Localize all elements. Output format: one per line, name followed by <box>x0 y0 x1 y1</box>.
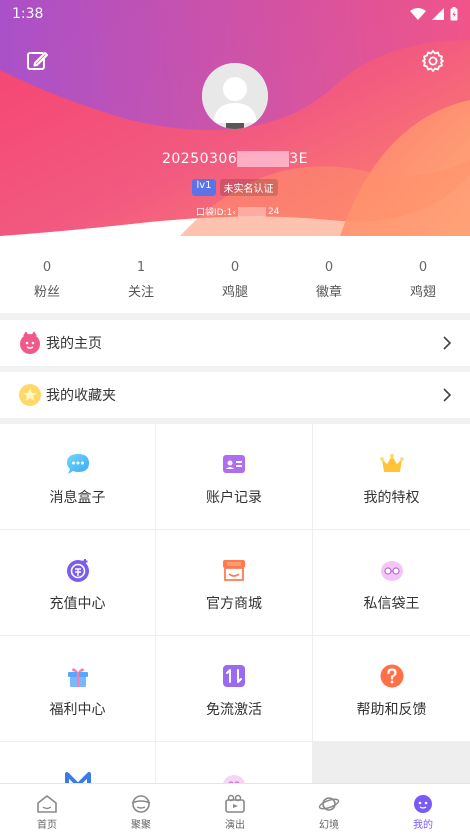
grid-item-privileges[interactable]: 我的特权 <box>313 424 470 529</box>
message-icon <box>66 454 89 474</box>
grid-item-help-feedback[interactable]: 帮助和反馈 <box>313 636 470 741</box>
homepage-label: 我的主页 <box>46 336 102 352</box>
stat-value: 0 <box>324 260 334 275</box>
feature-grid: 消息盒子 账户记录 我的特权 充值中心 官方商城 私信袋王 福利中心 免流激活 … <box>0 424 470 836</box>
stat-value: 0 <box>42 260 52 275</box>
kd-id-suffix: 24 <box>267 206 280 217</box>
tab-label: 我的 <box>413 820 433 831</box>
bottom-tab-bar: 首页 聚聚 演出 幻境 我的 <box>0 783 470 836</box>
grid-item-label: 福利中心 <box>49 702 106 718</box>
stat-fans[interactable]: 0 粉丝 <box>0 236 94 313</box>
username-suffix: 3E <box>289 151 309 167</box>
tab-me[interactable]: 我的 <box>376 784 470 836</box>
kd-id-label: 口袋ID:1‹ <box>196 208 236 218</box>
stat-label: 关注 <box>127 285 154 300</box>
username: 20250306 3E <box>0 151 470 167</box>
me-icon <box>414 795 432 813</box>
grid-item-dm-king[interactable]: 私信袋王 <box>313 530 470 635</box>
user-badges: lv1 未实名认证 <box>0 179 470 196</box>
default-avatar-icon <box>202 63 268 129</box>
my-favorites-row[interactable]: 我的收藏夹 <box>0 372 470 418</box>
username-masked <box>237 151 290 167</box>
tab-label: 首页 <box>37 820 57 831</box>
grid-item-label: 我的特权 <box>363 490 420 506</box>
stat-label: 徽章 <box>315 285 342 300</box>
stat-wings[interactable]: 0 鸡翅 <box>376 236 470 313</box>
tab-label: 演出 <box>225 820 245 831</box>
grid-item-message-box[interactable]: 消息盒子 <box>0 424 155 529</box>
avatar[interactable] <box>202 63 268 129</box>
profile-header: 1:38 20250306 3E lv1 未实名认证 口袋ID:1‹ 24 <box>0 0 470 236</box>
grid-item-account-records[interactable]: 账户记录 <box>156 424 312 529</box>
stat-following[interactable]: 1 关注 <box>94 236 188 313</box>
tab-label: 聚聚 <box>131 820 151 831</box>
stat-label: 粉丝 <box>33 285 60 300</box>
battery-icon <box>450 7 458 21</box>
wifi-icon <box>410 8 426 20</box>
gift-icon <box>67 668 88 687</box>
stats-bar: 0 粉丝 1 关注 0 鸡腿 0 徽章 0 鸡翅 <box>0 236 470 313</box>
show-icon <box>225 794 245 813</box>
grid-item-official-shop[interactable]: 官方商城 <box>156 530 312 635</box>
grid-item-label: 官方商城 <box>206 596 262 612</box>
grid-item-recharge[interactable]: 充值中心 <box>0 530 155 635</box>
homepage-icon <box>18 331 42 355</box>
grid-item-welfare-center[interactable]: 福利中心 <box>0 636 155 741</box>
status-time: 1:38 <box>12 6 44 22</box>
dm-king-icon <box>380 561 403 581</box>
grid-item-label: 帮助和反馈 <box>356 702 427 718</box>
grid-item-label: 充值中心 <box>49 596 106 612</box>
favorites-label: 我的收藏夹 <box>46 388 116 404</box>
tab-shows[interactable]: 演出 <box>188 784 282 836</box>
settings-button[interactable] <box>420 48 446 74</box>
stat-label: 鸡腿 <box>221 285 248 300</box>
gear-icon <box>422 50 444 72</box>
help-icon <box>380 664 403 688</box>
level-badge: lv1 <box>192 179 216 196</box>
stat-value: 0 <box>230 260 240 275</box>
edit-profile-button[interactable] <box>24 48 50 74</box>
verify-status-badge[interactable]: 未实名认证 <box>219 179 278 196</box>
stat-value: 1 <box>136 260 146 275</box>
stat-badges[interactable]: 0 徽章 <box>282 236 376 313</box>
favorites-star-icon <box>18 383 42 407</box>
stat-value: 0 <box>418 260 428 275</box>
signal-icon <box>432 8 444 20</box>
stat-drumsticks[interactable]: 0 鸡腿 <box>188 236 282 313</box>
tab-juju[interactable]: 聚聚 <box>94 784 188 836</box>
edit-icon <box>27 52 48 70</box>
kd-id-masked <box>237 206 266 217</box>
shop-icon <box>223 560 245 581</box>
chevron-right-icon <box>443 388 452 402</box>
stat-label: 鸡翅 <box>409 285 436 300</box>
grid-item-label: 私信袋王 <box>363 596 420 612</box>
grid-item-label: 账户记录 <box>206 490 262 506</box>
grid-item-data-free[interactable]: 免流激活 <box>156 636 312 741</box>
tab-fantasy[interactable]: 幻境 <box>282 784 376 836</box>
status-bar: 1:38 <box>0 0 470 28</box>
data-free-icon <box>223 665 245 687</box>
kd-id: 口袋ID:1‹ 24 <box>196 205 279 218</box>
grid-item-label: 免流激活 <box>206 702 262 718</box>
account-card-icon <box>223 455 245 473</box>
username-prefix: 20250306 <box>161 151 238 167</box>
tab-home[interactable]: 首页 <box>0 784 94 836</box>
grid-item-label: 消息盒子 <box>49 490 106 506</box>
home-icon <box>37 795 57 813</box>
recharge-icon <box>66 559 89 582</box>
juju-icon <box>131 795 151 813</box>
chevron-right-icon <box>443 336 452 350</box>
crown-icon <box>379 454 404 472</box>
planet-icon <box>318 797 340 811</box>
my-homepage-row[interactable]: 我的主页 <box>0 320 470 366</box>
tab-label: 幻境 <box>319 820 339 831</box>
